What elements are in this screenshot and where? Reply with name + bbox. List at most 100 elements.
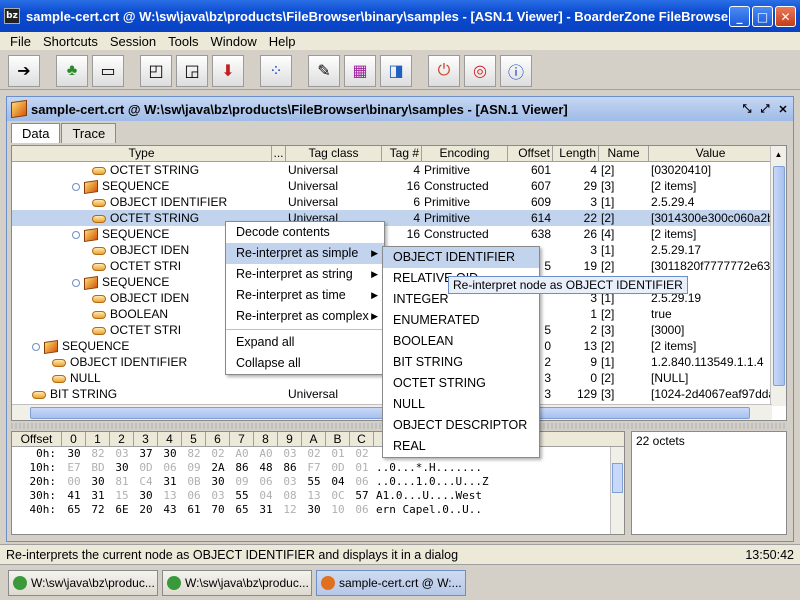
expand-toggle-icon[interactable] [32, 342, 40, 351]
hex-byte[interactable]: 03 [110, 447, 134, 461]
hex-byte[interactable]: C4 [134, 475, 158, 489]
maximize-button[interactable]: □ [752, 6, 773, 27]
hex-byte[interactable]: 30 [86, 475, 110, 489]
hex-byte[interactable]: 30 [302, 503, 326, 517]
hex-byte[interactable]: A0 [230, 447, 254, 461]
column-header[interactable]: Name [599, 146, 649, 161]
menu-item-re-interpret-as-time[interactable]: Re-interpret as time ▶ [226, 285, 384, 306]
hex-byte[interactable]: 81 [110, 475, 134, 489]
hex-byte[interactable]: A0 [254, 447, 278, 461]
column-header[interactable]: Tag class [286, 146, 382, 161]
hex-byte[interactable]: F7 [302, 461, 326, 475]
hex-byte[interactable]: 48 [254, 461, 278, 475]
taskbar-item[interactable]: W:\sw\java\bz\produc... [8, 569, 158, 596]
table-row[interactable]: SEQUENCE 16 Constructed 638 26 [4] [2 items] [12, 226, 786, 242]
submenu-item-real[interactable]: REAL [383, 436, 539, 457]
hex-byte[interactable]: 2A [206, 461, 230, 475]
menu-item-expand-all[interactable]: Expand all [226, 332, 384, 353]
submenu-item-bit-string[interactable]: BIT STRING [383, 352, 539, 373]
hex-byte[interactable]: 41 [62, 489, 86, 503]
menu-item-re-interpret-as-string[interactable]: Re-interpret as string ▶ [226, 264, 384, 285]
close-frame-icon[interactable]: ✕ [775, 101, 791, 117]
hex-byte[interactable]: 70 [206, 503, 230, 517]
submenu-item-enumerated[interactable]: ENUMERATED [383, 310, 539, 331]
power-icon[interactable]: ⏻ [428, 54, 460, 87]
hex-byte[interactable]: 02 [302, 447, 326, 461]
network-icon[interactable]: ⁘ [260, 54, 292, 87]
hex-byte[interactable]: 55 [302, 475, 326, 489]
hex-byte[interactable]: 13 [302, 489, 326, 503]
submenu-item-null[interactable]: NULL [383, 394, 539, 415]
hex-byte[interactable]: 31 [158, 475, 182, 489]
expand-toggle-icon[interactable] [72, 182, 80, 191]
hex-byte[interactable]: 30 [158, 447, 182, 461]
hex-byte[interactable]: 02 [350, 447, 374, 461]
hex-byte[interactable]: 03 [278, 447, 302, 461]
hex-byte[interactable]: 30 [62, 447, 86, 461]
column-header[interactable]: Tag # [382, 146, 422, 161]
menu-item-re-interpret-as-simple[interactable]: Re-interpret as simple ▶ [226, 243, 384, 264]
table-row[interactable]: OCTET STRING Universal 4 Primitive 601 4 [2] [0… [12, 162, 786, 178]
column-header[interactable]: Value [649, 146, 773, 161]
hex-byte[interactable]: 10 [326, 503, 350, 517]
hex-byte[interactable]: 03 [206, 489, 230, 503]
hex-byte[interactable]: 37 [134, 447, 158, 461]
table-row[interactable]: OCTET STRING Universal 4 Primitive 614 22 [2][… [12, 210, 786, 226]
menu-item-decode-contents[interactable]: Decode contents [226, 222, 384, 243]
hex-byte[interactable]: 31 [254, 503, 278, 517]
hex-byte[interactable]: 06 [350, 503, 374, 517]
hex-byte[interactable]: 20 [134, 503, 158, 517]
window-minimize-icon[interactable]: ◰ [140, 54, 172, 87]
hex-byte[interactable]: 0D [326, 461, 350, 475]
hex-byte[interactable]: 30 [206, 475, 230, 489]
tab-trace[interactable]: Trace [61, 123, 117, 143]
taskbar-item[interactable]: sample-cert.crt @ W:... [316, 569, 466, 596]
menu-file[interactable]: File [4, 34, 37, 49]
hex-byte[interactable]: 0B [182, 475, 206, 489]
hex-byte[interactable]: 57 [350, 489, 374, 503]
menu-session[interactable]: Session [104, 34, 162, 49]
maximize-frame-icon[interactable]: ⤢ [757, 101, 773, 117]
submenu-item-object-descriptor[interactable]: OBJECT DESCRIPTOR [383, 415, 539, 436]
hex-byte[interactable]: 09 [230, 475, 254, 489]
info-icon[interactable]: ⓘ [500, 54, 532, 87]
table-row[interactable]: OBJECT IDENTIFIER Universal 6 Primitive 609 3… [12, 194, 786, 210]
hex-byte[interactable]: 6E [110, 503, 134, 517]
edit-form-icon[interactable]: ✎ [308, 54, 340, 87]
lifebuoy-icon[interactable]: ◎ [464, 54, 496, 87]
window-restore-icon[interactable]: ◲ [176, 54, 208, 87]
hex-scrollbar[interactable] [610, 447, 624, 534]
column-header[interactable]: Offset [508, 146, 553, 161]
hex-byte[interactable]: 01 [350, 461, 374, 475]
hex-byte[interactable]: 30 [134, 489, 158, 503]
minimize-button[interactable]: _ [729, 6, 750, 27]
table-row[interactable]: SEQUENCE Universal 16 Constructed 607 29 [3] [2… [12, 178, 786, 194]
hex-byte[interactable]: 00 [62, 475, 86, 489]
hex-byte[interactable]: 65 [62, 503, 86, 517]
hex-byte[interactable]: 09 [182, 461, 206, 475]
hex-byte[interactable]: 43 [158, 503, 182, 517]
hex-byte[interactable]: 04 [254, 489, 278, 503]
hex-byte[interactable]: 82 [182, 447, 206, 461]
hex-byte[interactable]: 86 [278, 461, 302, 475]
minimize-frame-icon[interactable]: ⤡ [739, 101, 755, 117]
menu-window[interactable]: Window [204, 34, 262, 49]
expand-toggle-icon[interactable] [72, 230, 80, 239]
connect-icon[interactable]: ◨ [380, 54, 412, 87]
menu-item-collapse-all[interactable]: Collapse all [226, 353, 384, 374]
color-grid-icon[interactable]: ▦ [344, 54, 376, 87]
close-button[interactable]: ✕ [775, 6, 796, 27]
hex-byte[interactable]: 0C [326, 489, 350, 503]
hex-byte[interactable]: 72 [86, 503, 110, 517]
hex-byte[interactable]: 30 [110, 461, 134, 475]
hex-byte[interactable]: 03 [278, 475, 302, 489]
column-header[interactable]: Encoding [422, 146, 508, 161]
hex-byte[interactable]: 86 [230, 461, 254, 475]
tree-icon[interactable]: ♣ [56, 54, 88, 87]
hex-byte[interactable]: 06 [182, 489, 206, 503]
hex-byte[interactable]: 15 [110, 489, 134, 503]
hex-byte[interactable]: E7 [62, 461, 86, 475]
window-download-icon[interactable]: ⬇ [212, 54, 244, 87]
window-icon[interactable]: ▭ [92, 54, 124, 87]
submenu-item-boolean[interactable]: BOOLEAN [383, 331, 539, 352]
